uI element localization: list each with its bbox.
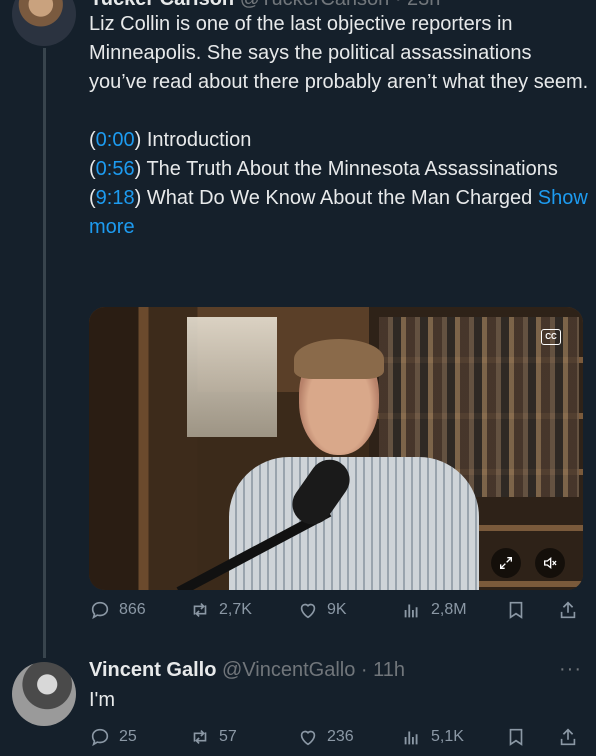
like-button[interactable]: 9K: [297, 599, 347, 621]
chapter-title: Introduction: [146, 129, 252, 151]
tweet-body: Liz Collin is one of the last objective …: [89, 10, 589, 242]
chapter-timestamp[interactable]: 0:56: [96, 158, 135, 180]
chapter-title: The Truth About the Minnesota Assassinat…: [146, 158, 558, 180]
reply-author-name[interactable]: Vincent Gallo: [89, 659, 216, 681]
views-count: 5,1K: [431, 728, 464, 745]
views-count: 2,8M: [431, 601, 467, 618]
expand-icon[interactable]: [491, 548, 521, 578]
repost-count: 2,7K: [219, 601, 252, 618]
author-name[interactable]: Tucker Carlson: [90, 0, 234, 10]
bookmark-button[interactable]: [505, 599, 527, 621]
reply-button[interactable]: 866: [89, 599, 146, 621]
heart-icon: [300, 603, 316, 619]
chapter-title: What Do We Know About the Man Charged: [146, 187, 533, 209]
repost-icon: [193, 602, 207, 618]
reply-text: I'm: [89, 689, 116, 711]
reply-count: 866: [119, 601, 146, 618]
views-button[interactable]: 2,8M: [401, 599, 467, 621]
chapter-item: (0:56) The Truth About the Minnesota Ass…: [89, 158, 558, 180]
captions-button[interactable]: CC: [541, 329, 561, 345]
author-avatar[interactable]: [12, 0, 76, 46]
video-person-hair: [294, 339, 384, 379]
reply-actions: 25 57 236 5,1K: [89, 726, 589, 756]
reply-avatar[interactable]: [12, 662, 76, 726]
mute-icon[interactable]: [535, 548, 565, 578]
like-count: 236: [327, 728, 354, 745]
video-person-shirt: [229, 457, 479, 590]
repost-count: 57: [219, 728, 237, 745]
reply-header: Vincent Gallo @VincentGallo · 11h: [89, 659, 405, 682]
share-icon: [560, 601, 576, 619]
reply-count: 25: [119, 728, 137, 745]
tweet-actions: 866 2,7K 9K 2,8M: [89, 599, 589, 629]
video-player[interactable]: CC: [89, 307, 583, 590]
bookmark-icon: [509, 601, 523, 619]
video-window: [187, 317, 277, 437]
views-icon: [404, 604, 418, 618]
reply-icon: [91, 601, 109, 620]
chapter-timestamp[interactable]: 0:00: [96, 129, 135, 151]
like-count: 9K: [327, 601, 347, 618]
more-options-icon[interactable]: ···: [559, 658, 582, 681]
chapter-item: (0:00) Introduction: [89, 129, 252, 151]
thread-line: [43, 48, 46, 658]
share-button[interactable]: [557, 599, 579, 621]
tweet-text: Liz Collin is one of the last objective …: [89, 13, 589, 93]
chapter-item: (9:18) What Do We Know About the Man Cha…: [89, 187, 588, 238]
repost-button[interactable]: 2,7K: [189, 599, 252, 621]
reply-handle-time[interactable]: @VincentGallo · 11h: [222, 659, 405, 681]
chapter-timestamp[interactable]: 9:18: [96, 187, 135, 209]
author-handle[interactable]: @TuckerCarlson · 23h: [240, 0, 441, 10]
